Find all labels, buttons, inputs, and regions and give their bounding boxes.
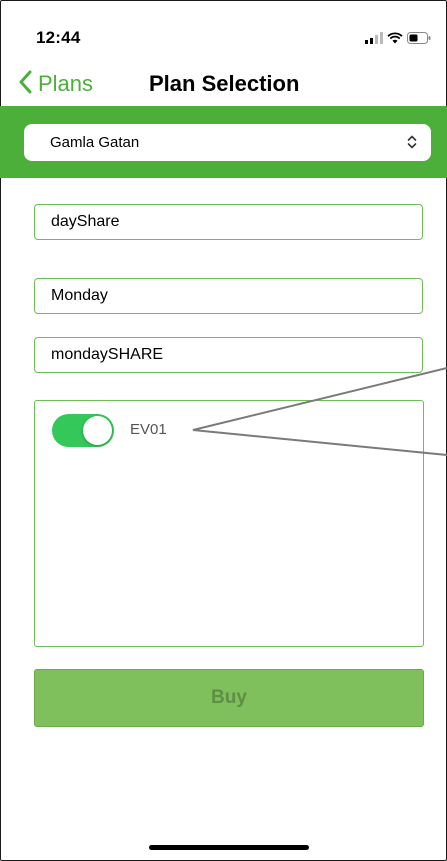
chevron-left-icon xyxy=(18,70,32,99)
nav-bar: Plans Plan Selection xyxy=(0,62,447,106)
chevron-up-down-icon xyxy=(407,134,417,155)
status-time: 12:44 xyxy=(36,28,81,47)
back-button[interactable]: Plans xyxy=(18,69,93,99)
battery-icon xyxy=(407,31,431,49)
signal-icon xyxy=(365,31,383,49)
schedule-name-field[interactable]: mondaySHARE xyxy=(34,337,423,373)
page-title: Plan Selection xyxy=(149,71,300,96)
day-field[interactable]: Monday xyxy=(34,278,423,314)
charger-toggle[interactable] xyxy=(52,414,114,447)
toggle-knob xyxy=(83,416,112,445)
plan-name-field[interactable]: dayShare xyxy=(34,204,423,240)
wifi-icon xyxy=(387,31,403,49)
charger-label: EV01 xyxy=(130,421,167,438)
back-label: Plans xyxy=(38,71,94,96)
buy-button[interactable]: Buy xyxy=(34,669,424,727)
home-indicator[interactable] xyxy=(149,845,309,850)
location-select-value: Gamla Gatan xyxy=(50,134,140,151)
location-select[interactable]: Gamla Gatan xyxy=(24,124,431,161)
status-bar: 12:44 xyxy=(0,0,447,62)
